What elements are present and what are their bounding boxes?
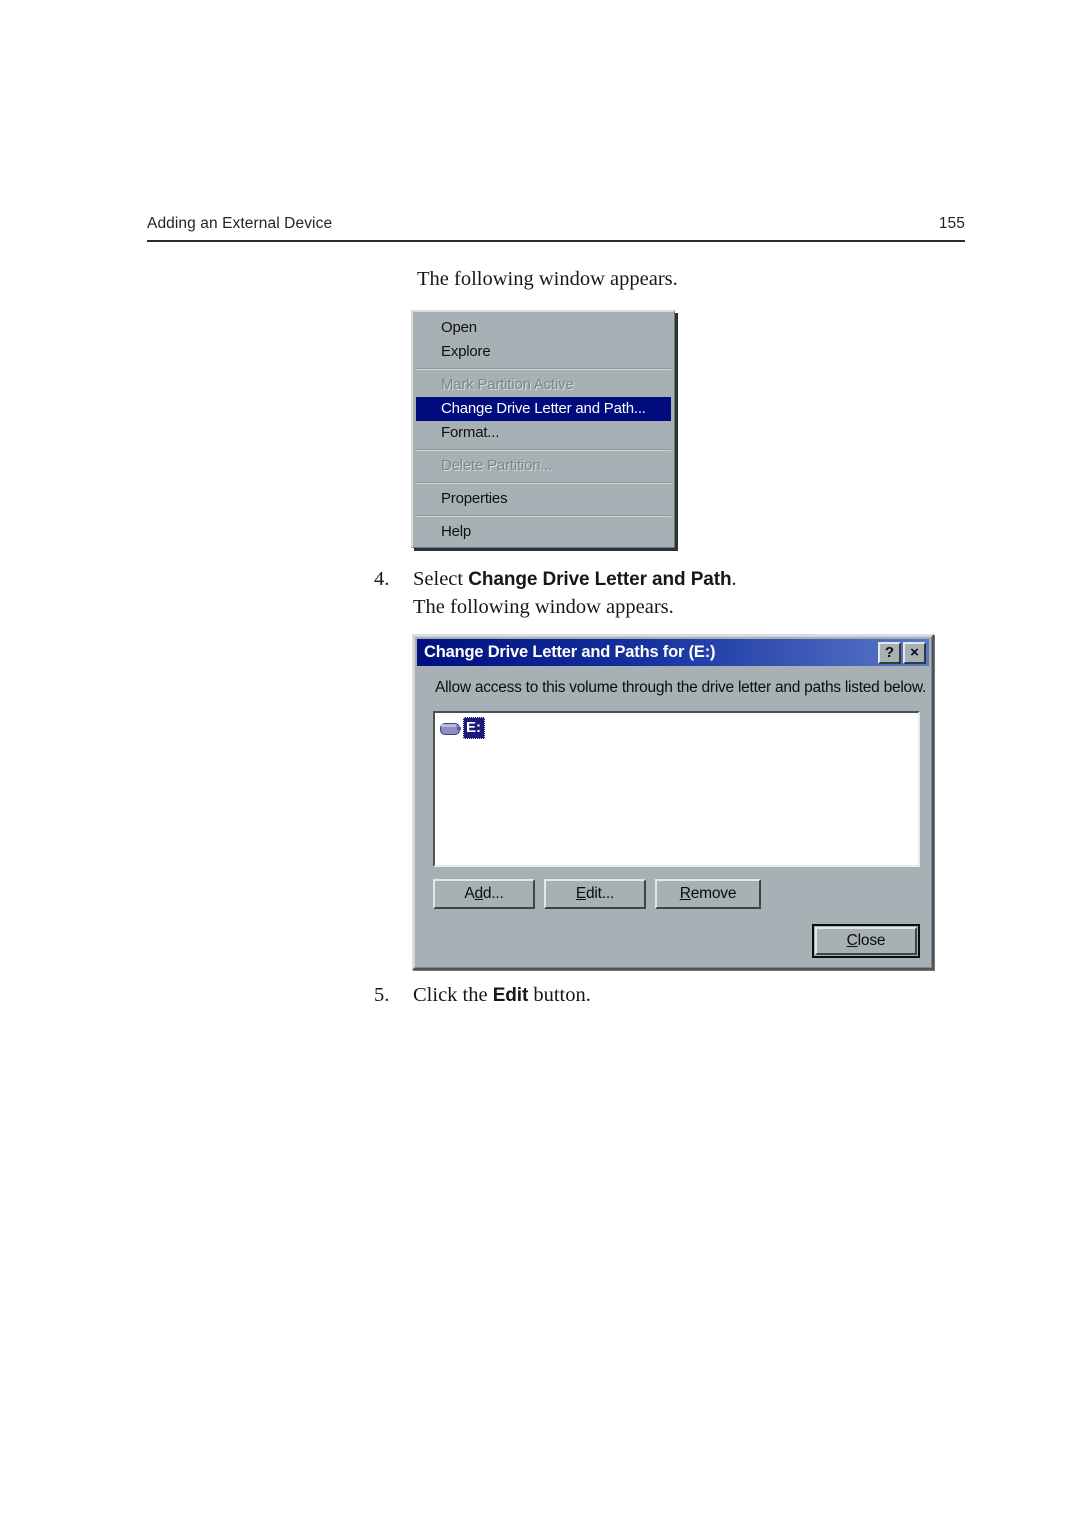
menu-separator — [416, 482, 671, 484]
menu-item-open[interactable]: Open — [413, 316, 674, 340]
list-item-label: E: — [463, 717, 485, 739]
step-4-bold-term: Change Drive Letter and Path — [468, 569, 732, 590]
dialog-title: Change Drive Letter and Paths for (E:) — [424, 643, 716, 661]
close-button[interactable]: Close — [815, 927, 917, 955]
menu-item-delete-partition: Delete Partition... — [441, 457, 553, 474]
step-5-trail: button. — [528, 984, 591, 1006]
step-5-bold-term: Edit — [492, 985, 529, 1006]
menu-separator — [416, 515, 671, 517]
step-5: 5. Click the Edit button. — [374, 984, 591, 1007]
menu-item-help[interactable]: Help — [413, 520, 674, 544]
remove-button-label: Remove — [679, 885, 737, 902]
step-5-text: Click the Edit button. — [413, 984, 591, 1007]
dialog-instruction-text: Allow access to this volume through the … — [435, 679, 927, 696]
menu-item-change-drive-letter-and-path[interactable]: Change Drive Letter and Path... — [416, 397, 671, 421]
add-button[interactable]: Add... — [433, 879, 535, 909]
step-4-number: 4. — [374, 568, 390, 590]
add-button-label: Add... — [464, 885, 504, 902]
step-4-subline: The following window appears. — [413, 596, 674, 618]
running-head-title: Adding an External Device — [147, 215, 333, 232]
page-running-head: Adding an External Device 155 — [147, 215, 965, 242]
help-icon[interactable]: ? — [878, 641, 901, 664]
close-button-default-frame: Close — [812, 924, 920, 958]
intro-paragraph: The following window appears. — [417, 268, 678, 290]
menu-separator — [416, 368, 671, 370]
edit-button[interactable]: Edit... — [544, 879, 646, 909]
close-icon[interactable]: × — [903, 641, 926, 664]
list-item[interactable]: E: — [439, 717, 485, 739]
step-5-lead: Click the — [413, 984, 493, 1006]
step-4-trail: . — [731, 568, 737, 590]
edit-button-label: Edit... — [575, 885, 615, 902]
remove-button[interactable]: Remove — [655, 879, 761, 909]
header-rule — [147, 240, 965, 242]
page-number: 155 — [938, 215, 965, 232]
menu-item-explore[interactable]: Explore — [413, 340, 674, 364]
step-5-number: 5. — [374, 984, 390, 1006]
menu-separator — [416, 449, 671, 451]
step-4: 4. Select Change Drive Letter and Path. … — [374, 568, 737, 619]
dialog-titlebar[interactable]: Change Drive Letter and Paths for (E:) ?… — [417, 639, 929, 666]
disk-context-menu[interactable]: Open Explore Mark Partition Active Chang… — [411, 310, 675, 548]
close-button-label: Close — [846, 932, 886, 949]
step-4-lead: Select — [413, 568, 469, 590]
step-4-text: Select Change Drive Letter and Path. — [413, 568, 737, 591]
drive-icon — [439, 720, 461, 736]
drive-paths-listbox[interactable]: E: — [433, 711, 920, 867]
menu-item-format[interactable]: Format... — [413, 421, 674, 445]
change-drive-letter-dialog[interactable]: Change Drive Letter and Paths for (E:) ?… — [412, 634, 934, 970]
menu-item-properties[interactable]: Properties — [413, 487, 674, 511]
menu-item-mark-partition-active: Mark Partition Active — [441, 376, 574, 393]
